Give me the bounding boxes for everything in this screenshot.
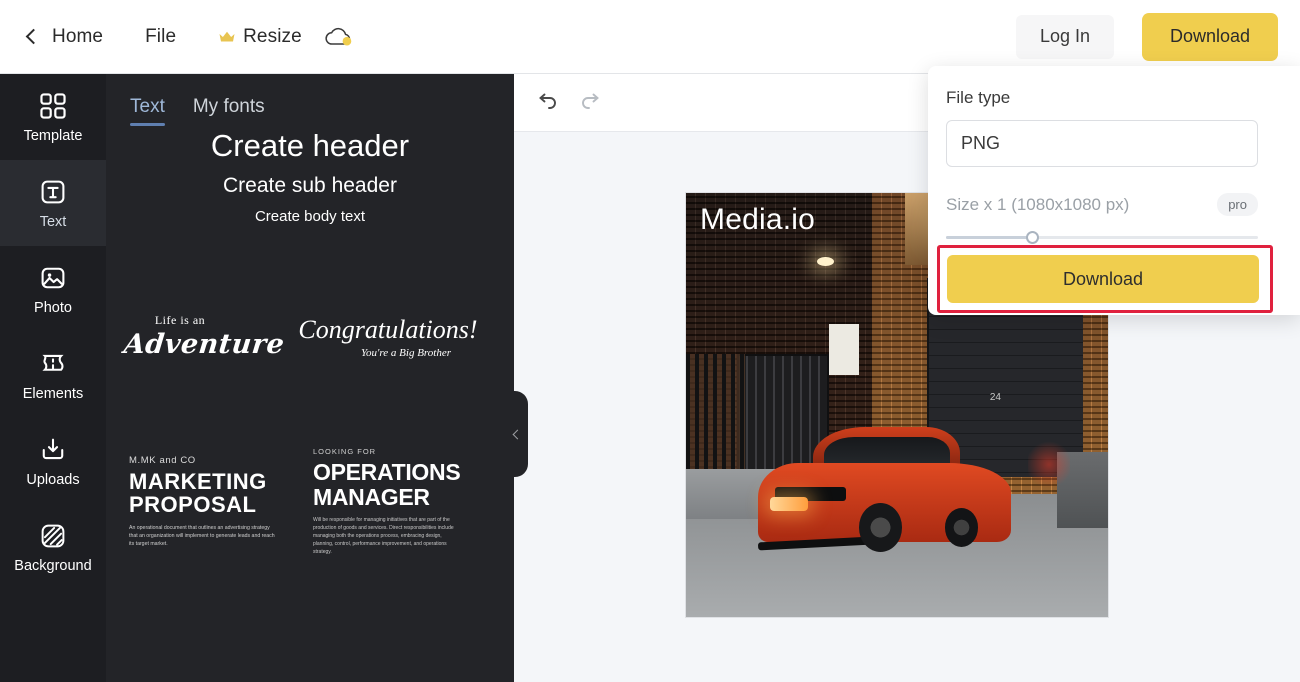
background-icon <box>38 521 68 551</box>
template-marketing-body: An operational document that outlines an… <box>129 524 279 548</box>
text-box-icon <box>38 177 68 207</box>
top-bar-left-group: Home File Resize <box>0 25 354 49</box>
size-label: Size x 1 (1080x1080 px) <box>946 195 1129 215</box>
elements-icon <box>38 349 68 379</box>
home-label: Home <box>52 26 103 48</box>
template-adventure-line1: Life is an <box>76 313 284 328</box>
template-adventure-line2: Adventure <box>122 329 286 360</box>
crown-icon <box>218 30 236 44</box>
resize-button[interactable]: Resize <box>218 26 302 48</box>
slider-knob[interactable] <box>1026 231 1039 244</box>
template-operations-line0: LOOKING FOR <box>313 447 463 456</box>
top-bar: Home File Resize Lo <box>0 0 1300 74</box>
template-congrats-line2: You're a Big Brother <box>334 347 477 359</box>
sidebar-label-template: Template <box>24 128 83 144</box>
sidebar-item-background[interactable]: Background <box>0 504 106 590</box>
login-button[interactable]: Log In <box>1016 15 1114 59</box>
photo-wall-panel <box>829 324 859 375</box>
file-type-select[interactable]: PNG <box>946 120 1258 167</box>
list-item[interactable]: Life is an Adventure <box>112 254 296 419</box>
sidebar-item-elements[interactable]: Elements <box>0 332 106 418</box>
photo-car-wheel <box>859 503 902 551</box>
photo-icon <box>38 263 68 293</box>
top-bar-right-group: Log In Download <box>1016 13 1300 61</box>
font-template-grid: Life is an Adventure Congratulations! Yo… <box>106 254 486 682</box>
photo-ceiling-lamp <box>817 257 834 266</box>
list-item[interactable]: M.MK and CO MARKETING PROPOSAL An operat… <box>112 419 296 584</box>
cloud-save-button[interactable] <box>324 25 354 49</box>
panel-collapse-handle[interactable] <box>504 391 528 477</box>
resize-label: Resize <box>243 26 302 48</box>
list-item[interactable]: Congratulations! You're a Big Brother <box>296 254 480 419</box>
photo-taillight-glow <box>1028 439 1070 490</box>
artboard-title-text[interactable]: Media.io <box>700 203 815 237</box>
home-button[interactable]: Home <box>26 26 103 48</box>
upload-icon <box>38 435 68 465</box>
file-menu-button[interactable]: File <box>145 26 176 48</box>
template-grid-icon <box>38 91 68 121</box>
template-marketing-line2: PROPOSAL <box>129 493 279 517</box>
sidebar-item-template[interactable]: Template <box>0 74 106 160</box>
template-operations-line1: OPERATIONS <box>313 460 463 484</box>
template-operations-line2: MANAGER <box>313 485 463 509</box>
template-congrats-line1: Congratulations! <box>298 315 477 345</box>
redo-icon[interactable] <box>578 92 604 114</box>
sidebar-item-uploads[interactable]: Uploads <box>0 418 106 504</box>
left-sidebar: Template Text Photo <box>0 74 106 682</box>
chevron-left-icon <box>513 429 523 439</box>
undo-icon[interactable] <box>534 92 560 114</box>
file-label: File <box>145 26 176 48</box>
cloud-icon <box>324 25 354 49</box>
photo-garage-number: 24 <box>990 392 1001 403</box>
file-type-label: File type <box>946 88 1282 108</box>
pro-badge: pro <box>1217 193 1258 216</box>
create-sub-header-option[interactable]: Create sub header <box>106 174 514 198</box>
sidebar-label-elements: Elements <box>23 386 83 402</box>
list-item[interactable]: LOOKING FOR OPERATIONS MANAGER Will be r… <box>296 419 480 584</box>
sidebar-item-text[interactable]: Text <box>0 160 106 246</box>
sidebar-label-text: Text <box>40 214 67 230</box>
template-marketing-line1: MARKETING <box>129 470 279 494</box>
download-button-top[interactable]: Download <box>1142 13 1278 61</box>
download-confirm-button[interactable]: Download <box>947 255 1259 303</box>
text-style-samples: Create header Create sub header Create b… <box>106 128 514 225</box>
panel-tabs: Text My fonts <box>106 74 514 126</box>
tab-my-fonts[interactable]: My fonts <box>193 96 265 126</box>
media-editor-app: Home File Resize Lo <box>0 0 1300 682</box>
create-header-option[interactable]: Create header <box>106 128 514 164</box>
sidebar-label-photo: Photo <box>34 300 72 316</box>
photo-car-headlight <box>770 497 808 511</box>
template-operations-body: Will be responsible for managing initiat… <box>313 516 463 556</box>
photo-car-wheel <box>945 508 978 546</box>
sidebar-label-uploads: Uploads <box>26 472 79 488</box>
chevron-left-icon <box>26 29 42 45</box>
photo-railing <box>686 354 745 473</box>
photo-red-car <box>758 422 1011 549</box>
template-marketing-line0: M.MK and CO <box>129 455 279 466</box>
tab-text[interactable]: Text <box>130 96 165 126</box>
sidebar-label-background: Background <box>14 558 91 574</box>
text-panel: Text My fonts Create header Create sub h… <box>106 74 514 682</box>
slider-fill <box>946 236 1034 239</box>
create-body-text-option[interactable]: Create body text <box>106 208 514 225</box>
size-row: Size x 1 (1080x1080 px) pro <box>946 193 1258 216</box>
